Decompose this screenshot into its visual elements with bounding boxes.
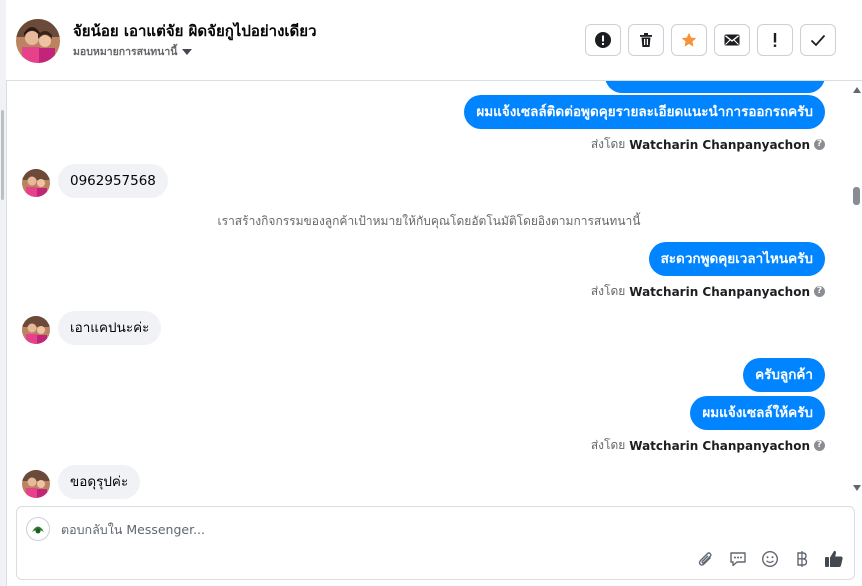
message-bubble-incoming[interactable]: เอาแคปนะค่ะ — [58, 311, 162, 345]
follow-up-button[interactable] — [757, 24, 793, 56]
emoji-button[interactable] — [760, 550, 780, 572]
sent-by-label: ส่งโดย Watcharin Chanpanyachon ? — [591, 282, 825, 301]
saved-reply-button[interactable] — [728, 551, 748, 571]
sent-by-prefix: ส่งโดย — [590, 137, 626, 151]
sent-by-prefix: ส่งโดย — [590, 284, 626, 298]
left-scrollbar-thumb[interactable] — [1, 110, 4, 200]
caret-down-icon — [182, 48, 193, 55]
message-bubble-outgoing[interactable]: ผมแจ้งเซลล์ให้ครับ — [690, 396, 825, 430]
sender-name: Watcharin Chanpanyachon — [629, 284, 810, 299]
message-bubble-outgoing[interactable]: ครับลูกค้า — [743, 358, 825, 392]
mark-unread-button[interactable] — [714, 24, 750, 56]
message-bubble-incoming[interactable]: ขอดุรุปค่ะ — [58, 465, 141, 499]
message-bubble-outgoing[interactable]: สะดวกพูดคุยเวลาไหนครับ — [648, 242, 825, 276]
conversation-actions — [585, 24, 836, 56]
star-button[interactable] — [671, 24, 707, 56]
composer-toolbar — [696, 549, 844, 573]
check-icon — [810, 33, 826, 47]
message-bubble-outgoing[interactable]: ผมแจ้งเซลล์ติดต่อพูดคุยรายละเอียดแนะนำกา… — [464, 95, 825, 129]
page-avatar — [26, 517, 50, 541]
contact-avatar-small[interactable] — [22, 470, 50, 498]
assign-conversation-dropdown[interactable]: มอบหมายการสนทนานี้ — [73, 43, 193, 60]
message-bubble-outgoing-partial[interactable] — [605, 81, 825, 93]
assign-label: มอบหมายการสนทนานี้ — [73, 46, 178, 58]
help-icon[interactable]: ? — [814, 139, 825, 150]
paperclip-icon — [697, 550, 715, 572]
delete-button[interactable] — [628, 24, 664, 56]
alert-circle-icon — [595, 32, 611, 48]
contact-avatar[interactable] — [16, 19, 60, 63]
envelope-icon — [724, 33, 740, 47]
messenger-inbox-window: จัยน้อย เอาแต่จัย ผิดจัยกูไปอย่างเดียว ม… — [0, 0, 862, 586]
thread-scrollbar[interactable] — [852, 81, 862, 501]
message-bubble-incoming[interactable]: 0962957568 — [58, 164, 168, 198]
scrollbar-thumb[interactable] — [853, 187, 860, 205]
sent-by-label: ส่งโดย Watcharin Chanpanyachon ? — [591, 135, 825, 154]
message-thread: ผมแจ้งเซลล์ติดต่อพูดคุยรายละเอียดแนะนำกา… — [6, 81, 852, 501]
help-icon[interactable]: ? — [814, 286, 825, 297]
exclamation-icon — [772, 32, 778, 48]
scroll-up-arrow[interactable] — [853, 87, 861, 93]
sent-by-prefix: ส่งโดย — [590, 438, 626, 452]
emoji-icon — [761, 550, 779, 572]
sent-by-label: ส่งโดย Watcharin Chanpanyachon ? — [591, 436, 825, 455]
conversation-header: จัยน้อย เอาแต่จัย ผิดจัยกูไปอย่างเดียว ม… — [6, 0, 862, 81]
contact-avatar-small[interactable] — [22, 316, 50, 344]
trash-icon — [638, 32, 654, 48]
attach-button[interactable] — [696, 551, 716, 571]
reply-composer — [16, 506, 855, 580]
reply-input[interactable] — [61, 519, 761, 539]
mark-spam-button[interactable] — [585, 24, 621, 56]
like-button[interactable] — [824, 549, 844, 573]
like-icon — [824, 549, 844, 573]
star-icon — [681, 32, 697, 48]
help-icon[interactable]: ? — [814, 440, 825, 451]
mark-done-button[interactable] — [800, 24, 836, 56]
sender-name: Watcharin Chanpanyachon — [629, 438, 810, 453]
sender-name: Watcharin Chanpanyachon — [629, 137, 810, 152]
contact-name[interactable]: จัยน้อย เอาแต่จัย ผิดจัยกูไปอย่างเดียว — [73, 19, 317, 43]
saved-reply-icon — [729, 550, 747, 572]
payment-button[interactable] — [792, 551, 812, 571]
system-notice: เราสร้างกิจกรรมของลูกค้าเป้าหมายให้กับคุ… — [217, 214, 641, 228]
scroll-down-arrow[interactable] — [853, 485, 861, 491]
contact-avatar-small[interactable] — [22, 169, 50, 197]
baht-payment-icon — [795, 550, 809, 572]
